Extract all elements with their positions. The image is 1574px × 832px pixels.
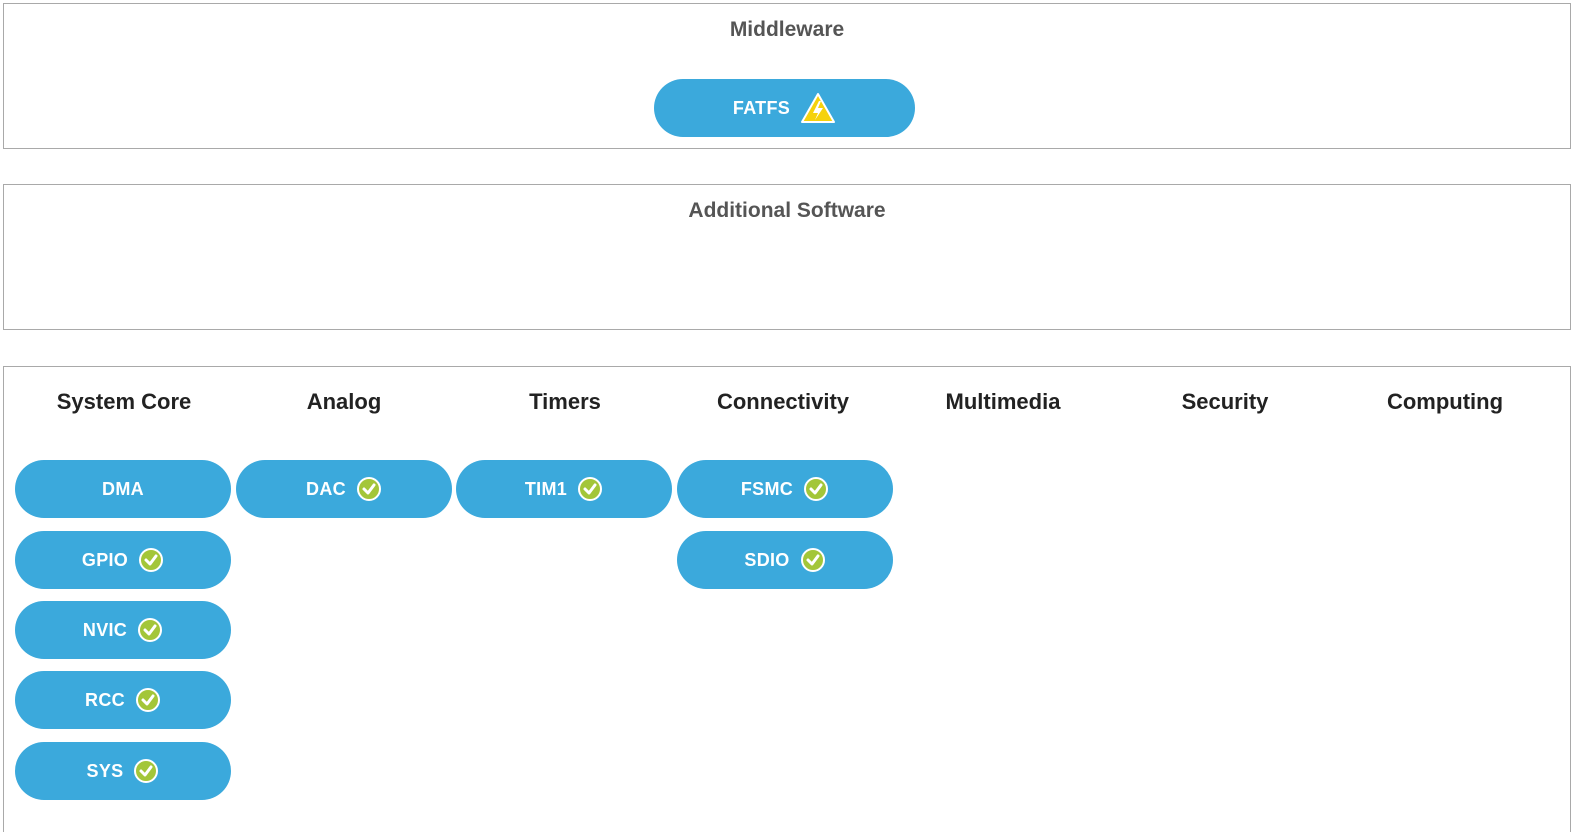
- column-title-timers: Timers: [529, 389, 601, 414]
- pill-label: FATFS: [732, 97, 791, 118]
- column-title-security: Security: [1181, 389, 1269, 414]
- middleware-panel: Middleware FATFS: [3, 3, 1571, 149]
- categories-panel: System Core Analog Timers Connectivity M…: [3, 366, 1571, 832]
- column-title-connectivity: Connectivity: [716, 389, 850, 414]
- peripheral-gpio[interactable]: GPIO: [15, 531, 231, 589]
- check-icon: [135, 687, 161, 713]
- check-icon: [133, 758, 159, 784]
- additional-software-panel: Additional Software: [3, 184, 1571, 330]
- pill-label: SDIO: [744, 549, 790, 570]
- additional-software-title: Additional Software: [688, 199, 886, 222]
- peripheral-sdio[interactable]: SDIO: [677, 531, 893, 589]
- check-icon: [800, 547, 826, 573]
- column-title-multimedia: Multimedia: [945, 389, 1061, 414]
- column-title-computing: Computing: [1386, 389, 1504, 414]
- check-icon: [137, 617, 163, 643]
- peripheral-sys[interactable]: SYS: [15, 742, 231, 800]
- check-icon: [356, 476, 382, 502]
- pill-label: FSMC: [740, 478, 794, 499]
- column-title-system-core: System Core: [56, 389, 192, 414]
- pill-label: DMA: [102, 478, 144, 499]
- check-icon: [577, 476, 603, 502]
- pill-label: NVIC: [82, 619, 128, 640]
- peripheral-fsmc[interactable]: FSMC: [677, 460, 893, 518]
- column-title-analog: Analog: [306, 389, 382, 414]
- peripheral-dma[interactable]: DMA: [15, 460, 231, 518]
- peripheral-rcc[interactable]: RCC: [15, 671, 231, 729]
- middleware-title: Middleware: [729, 18, 845, 41]
- pill-label: RCC: [85, 689, 125, 710]
- peripheral-nvic[interactable]: NVIC: [15, 601, 231, 659]
- peripheral-dac[interactable]: DAC: [236, 460, 452, 518]
- check-icon: [803, 476, 829, 502]
- middleware-item-fatfs[interactable]: FATFS: [654, 79, 915, 137]
- pill-label: GPIO: [81, 549, 129, 570]
- peripheral-tim1[interactable]: TIM1: [456, 460, 672, 518]
- pill-label: DAC: [306, 478, 346, 499]
- warning-icon: [800, 92, 836, 124]
- check-icon: [138, 547, 164, 573]
- pill-label: TIM1: [524, 478, 568, 499]
- pill-label: SYS: [86, 760, 124, 781]
